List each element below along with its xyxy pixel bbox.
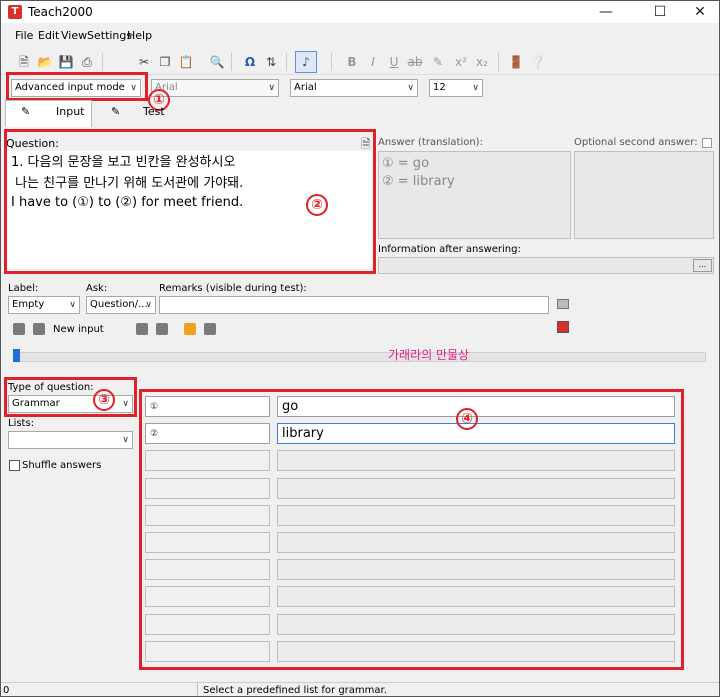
label-select[interactable]: Empty ∨: [8, 296, 80, 314]
slider-thumb[interactable]: [13, 349, 20, 362]
paste-icon[interactable]: 📋: [177, 53, 195, 71]
cut-icon[interactable]: ✂: [135, 53, 153, 71]
annotation-number-2: ②: [306, 194, 328, 216]
menu-view[interactable]: View: [61, 29, 87, 42]
font-size-value: 12: [433, 82, 446, 93]
print-icon[interactable]: ⎙: [78, 53, 96, 71]
annotation-number-4: ④: [456, 408, 478, 430]
status-text: Select a predefined list for grammar.: [203, 685, 387, 696]
ask-select[interactable]: Question/... ∨: [86, 296, 156, 314]
minimize-button[interactable]: —: [583, 1, 629, 23]
chevron-down-icon: ∨: [122, 435, 129, 445]
font-size-select[interactable]: 12 ∨: [429, 79, 483, 97]
info-label: Information after answering:: [378, 244, 521, 255]
remarks-caption: Remarks (visible during test):: [159, 283, 307, 294]
chevron-down-icon: ∨: [472, 83, 479, 93]
watermark-text: 가래라의 만물상: [388, 348, 470, 362]
highlight-pen-icon[interactable]: ✎: [429, 53, 447, 71]
italic-icon[interactable]: I: [364, 53, 382, 71]
record-slider[interactable]: [16, 352, 706, 362]
ask-select-value: Question/...: [90, 299, 148, 310]
menu-file[interactable]: File: [15, 29, 33, 42]
shuffle-checkbox[interactable]: [9, 460, 20, 471]
annotation-number-3: ③: [93, 389, 115, 411]
keyboard-icon[interactable]: [557, 299, 569, 309]
toolbar-separator: [231, 53, 232, 71]
find-icon[interactable]: 🔍: [208, 53, 226, 71]
answer-line-1: ① = go: [382, 156, 430, 171]
help-icon[interactable]: ❔: [529, 53, 547, 71]
chevron-down-icon: ∨: [407, 83, 414, 93]
label-caption: Label:: [8, 283, 39, 294]
title-bar: T Teach2000 — ☐ ✕: [1, 1, 719, 23]
new-input-label: New input: [53, 324, 104, 335]
strikethrough-icon[interactable]: ab: [406, 53, 424, 71]
menu-bar: File Edit View Settings Help: [1, 25, 719, 47]
superscript-icon[interactable]: x²: [452, 53, 470, 71]
status-bar: 0 Select a predefined list for grammar.: [1, 682, 719, 696]
chevron-down-icon: ∨: [268, 83, 275, 93]
lists-caption: Lists:: [8, 418, 35, 429]
sort-icon[interactable]: ⇅: [262, 53, 280, 71]
tab-test[interactable]: Test: [143, 99, 165, 125]
question-font-select[interactable]: Arial ∨: [151, 79, 279, 97]
underline-icon[interactable]: U: [385, 53, 403, 71]
toolbar-separator: [331, 53, 332, 71]
expand-icon[interactable]: [702, 138, 712, 148]
music-note-icon[interactable]: ♪: [295, 51, 317, 73]
toolbar-separator: [286, 53, 287, 71]
exit-icon[interactable]: 🚪: [507, 53, 525, 71]
app-window: T Teach2000 — ☐ ✕ File Edit View Setting…: [0, 0, 720, 697]
pencil-icon: ✎: [21, 105, 31, 118]
ask-caption: Ask:: [86, 283, 108, 294]
lists-select[interactable]: ∨: [8, 431, 133, 449]
annotation-box-3: [4, 377, 137, 417]
answer-label: Answer (translation):: [378, 137, 483, 148]
last-record-icon[interactable]: [156, 323, 168, 335]
first-record-icon[interactable]: [13, 323, 25, 335]
menu-edit[interactable]: Edit: [38, 29, 59, 42]
special-character-icon[interactable]: Ω: [241, 53, 259, 71]
toolbar-separator: [102, 53, 103, 71]
app-icon: T: [8, 5, 22, 19]
window-title: Teach2000: [28, 5, 93, 19]
status-divider: [197, 683, 198, 696]
answer-line-2: ② = library: [382, 174, 455, 189]
delete-record-icon[interactable]: [204, 323, 216, 335]
image-icon[interactable]: [557, 321, 569, 333]
info-field[interactable]: [378, 257, 714, 274]
copy-icon[interactable]: ❐: [156, 53, 174, 71]
answer-font-select[interactable]: Arial ∨: [290, 79, 418, 97]
chevron-down-icon: ∨: [69, 300, 76, 310]
annotation-box-4: [139, 389, 684, 670]
optional-answer-editor[interactable]: [574, 151, 714, 239]
status-count: 0: [3, 685, 10, 696]
check-icon[interactable]: [184, 323, 196, 335]
chevron-down-icon: ∨: [145, 300, 152, 310]
open-folder-icon[interactable]: 📂: [36, 53, 54, 71]
optional-answer-label: Optional second answer:: [574, 137, 698, 148]
close-button[interactable]: ✕: [677, 1, 719, 23]
bold-icon[interactable]: B: [343, 53, 361, 71]
label-select-value: Empty: [12, 299, 45, 310]
tab-input-label: Input: [56, 105, 85, 118]
previous-record-icon[interactable]: [33, 323, 45, 335]
shuffle-label: Shuffle answers: [22, 460, 102, 471]
subscript-icon[interactable]: x₂: [473, 53, 491, 71]
new-file-icon[interactable]: 🗎: [15, 53, 33, 71]
save-icon[interactable]: 💾: [57, 53, 75, 71]
menu-settings[interactable]: Settings: [87, 29, 132, 42]
next-record-icon[interactable]: [136, 323, 148, 335]
answer-font-value: Arial: [294, 82, 317, 93]
answer-editor[interactable]: ① = go ② = library: [378, 151, 571, 239]
test-icon: ✎: [111, 105, 121, 118]
annotation-box-1: [6, 72, 148, 101]
remarks-input[interactable]: [159, 296, 549, 314]
menu-help[interactable]: Help: [127, 29, 152, 42]
info-browse-button[interactable]: ...: [693, 259, 712, 272]
toolbar-separator: [498, 53, 499, 71]
